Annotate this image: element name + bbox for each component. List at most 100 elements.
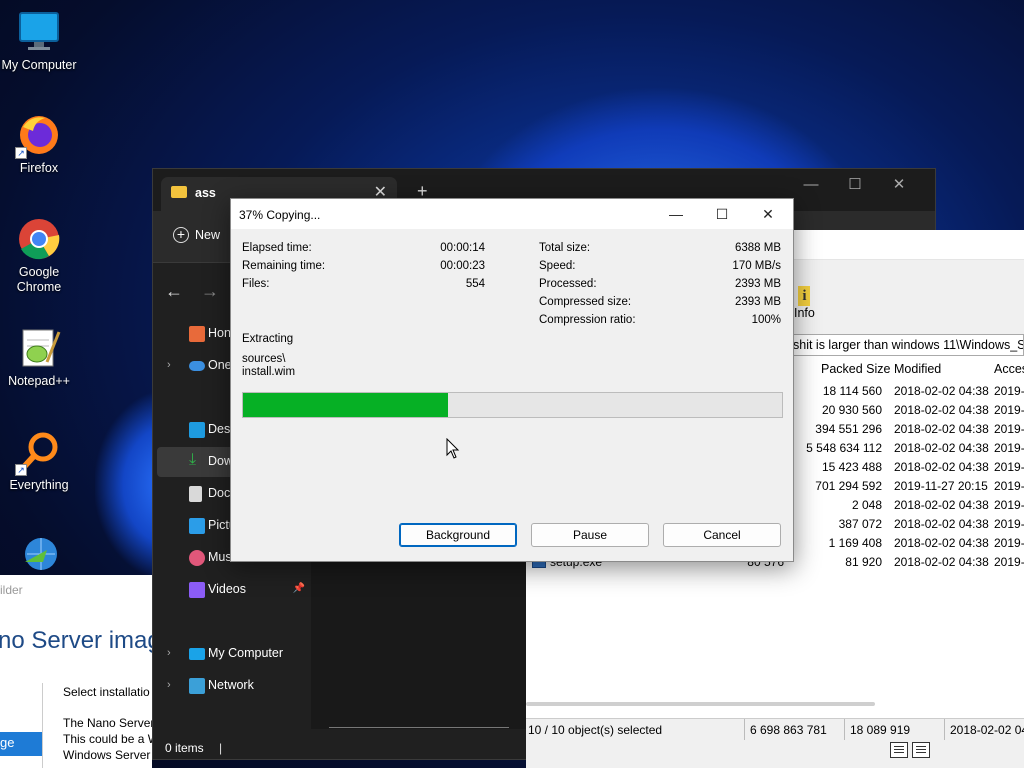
- operation-label: Extracting: [242, 333, 294, 345]
- cell-packed-size: 2 048: [851, 498, 882, 512]
- desktop-icon-everything[interactable]: ↗ Everything: [0, 430, 78, 493]
- desktop-icon-firefox[interactable]: ↗ Firefox: [0, 113, 78, 176]
- sidebar-item-network[interactable]: › Network: [157, 671, 309, 701]
- cell-packed-size: 387 072: [838, 517, 882, 531]
- forward-arrow-icon[interactable]: →: [201, 281, 219, 302]
- cell-accessed: 2019-: [994, 498, 1024, 512]
- desktop-icon-notepadpp[interactable]: Notepad++: [0, 326, 78, 389]
- stat-value: 00:00:14: [440, 242, 485, 254]
- sidebar-item-videos[interactable]: Videos 📌: [157, 575, 309, 605]
- description-text: This could be a W: [63, 732, 152, 746]
- background-button[interactable]: Background: [399, 523, 517, 547]
- chrome-icon: [17, 217, 61, 261]
- nav-item-selected[interactable]: ge: [0, 732, 42, 756]
- sidebar-item-label: One: [208, 358, 232, 372]
- sidebar-item-my-computer[interactable]: › My Computer: [157, 639, 309, 669]
- dialog-window-controls: — ☐ ✕: [653, 199, 791, 229]
- new-button[interactable]: + New: [173, 227, 220, 243]
- cell-accessed: 2019-: [994, 479, 1024, 493]
- desktop-icon-my-computer[interactable]: My Computer: [0, 10, 78, 73]
- minimize-icon[interactable]: —: [653, 199, 699, 229]
- maximize-icon[interactable]: ☐: [833, 175, 877, 193]
- search-icon: ↗: [15, 430, 61, 476]
- status-separator: [844, 719, 845, 741]
- image-builder-window: ilder no Server image Select installatio…: [0, 575, 152, 768]
- info-icon: i: [798, 286, 811, 306]
- status-separator: [744, 719, 745, 741]
- cancel-button[interactable]: Cancel: [663, 523, 781, 547]
- column-accessed[interactable]: Acces: [994, 362, 1024, 376]
- video-icon: [189, 582, 205, 598]
- cell-packed-size: 5 548 634 112: [806, 441, 882, 455]
- cell-packed-size: 1 169 408: [828, 536, 882, 550]
- desktop-icon-label: My Computer: [1, 58, 77, 72]
- cell-modified: 2018-02-02 04:38: [894, 403, 989, 417]
- stat-label: Speed:: [539, 260, 576, 272]
- new-button-label: New: [195, 228, 221, 242]
- details-view-icon[interactable]: [890, 742, 908, 758]
- stat-value: 2393 MB: [734, 278, 781, 290]
- close-icon[interactable]: ✕: [877, 175, 921, 193]
- sevenzip-bottom-bar: [526, 740, 1024, 768]
- instruction-text: Select installatio: [63, 685, 150, 699]
- copy-progress-dialog: 37% Copying... — ☐ ✕ Elapsed time: 00:00:1…: [230, 198, 794, 562]
- folder-icon: [171, 186, 187, 198]
- info-button[interactable]: i Info: [794, 286, 815, 320]
- stat-label: Files:: [242, 278, 270, 290]
- music-icon: [189, 550, 205, 566]
- cell-modified: 2018-02-02 04:38: [894, 498, 989, 512]
- tab-title: ass: [195, 186, 216, 200]
- desktop-icon-label: Everything: [9, 478, 69, 492]
- network-icon: [189, 678, 205, 694]
- desktop-folder-icon: [189, 422, 205, 438]
- cell-modified: 2019-11-27 20:15: [894, 479, 988, 493]
- cell-packed-size: 20 930 560: [821, 403, 882, 417]
- chevron-right-icon: ›: [167, 679, 171, 691]
- close-icon[interactable]: ✕: [745, 199, 791, 229]
- cell-accessed: 2019-: [994, 384, 1024, 398]
- list-view-icon[interactable]: [912, 742, 930, 758]
- scrollbar-thumb[interactable]: [526, 702, 875, 706]
- pause-button[interactable]: Pause: [531, 523, 649, 547]
- plus-icon: +: [173, 227, 189, 243]
- chevron-right-icon: ›: [167, 359, 171, 371]
- explorer-window-controls: — ☐ ✕: [789, 175, 921, 193]
- document-icon: [189, 486, 202, 502]
- pictures-icon: [189, 518, 205, 534]
- cell-packed-size: 15 423 488: [821, 460, 882, 474]
- cloud-icon: [189, 361, 205, 371]
- pin-icon[interactable]: 📌: [293, 583, 305, 594]
- status-divider: |: [219, 741, 223, 755]
- cell-accessed: 2019-: [994, 403, 1024, 417]
- progress-bar-fill: [243, 393, 448, 417]
- desktop-icon-partial[interactable]: [0, 532, 78, 580]
- desktop-icon-chrome[interactable]: Google Chrome: [0, 217, 78, 295]
- status-date: 2018-02-02 04: [950, 723, 1024, 737]
- maximize-icon[interactable]: ☐: [699, 199, 745, 229]
- status-total-size: 6 698 863 781: [750, 723, 827, 737]
- minimize-icon[interactable]: —: [789, 176, 833, 193]
- cell-accessed: 2019-: [994, 460, 1024, 474]
- cell-modified: 2018-02-02 04:38: [894, 422, 989, 436]
- status-separator: [944, 719, 945, 741]
- column-modified[interactable]: Modified: [894, 362, 941, 376]
- stat-label: Total size:: [539, 242, 591, 254]
- stat-label: Elapsed time:: [242, 242, 312, 254]
- nav-divider: [42, 683, 43, 768]
- stat-label: Compression ratio:: [539, 314, 636, 326]
- sidebar-item-label: My Computer: [208, 646, 284, 660]
- horizontal-scrollbar[interactable]: [526, 700, 1024, 708]
- status-packed-size: 18 089 919: [850, 723, 911, 737]
- cell-modified: 2018-02-02 04:38: [894, 555, 989, 569]
- back-arrow-icon[interactable]: ←: [165, 281, 183, 302]
- cell-accessed: 2019-: [994, 422, 1024, 436]
- cell-modified: 2018-02-02 04:38: [894, 441, 989, 455]
- info-label: Info: [794, 306, 815, 320]
- column-packed-size[interactable]: Packed Size: [821, 362, 890, 376]
- dialog-titlebar: 37% Copying... — ☐ ✕: [231, 199, 793, 229]
- stat-label: Remaining time:: [242, 260, 326, 272]
- cell-modified: 2018-02-02 04:38: [894, 384, 989, 398]
- dialog-title: 37% Copying...: [239, 208, 321, 222]
- cell-packed-size: 394 551 296: [815, 422, 882, 436]
- scrollbar-track[interactable]: [329, 727, 509, 728]
